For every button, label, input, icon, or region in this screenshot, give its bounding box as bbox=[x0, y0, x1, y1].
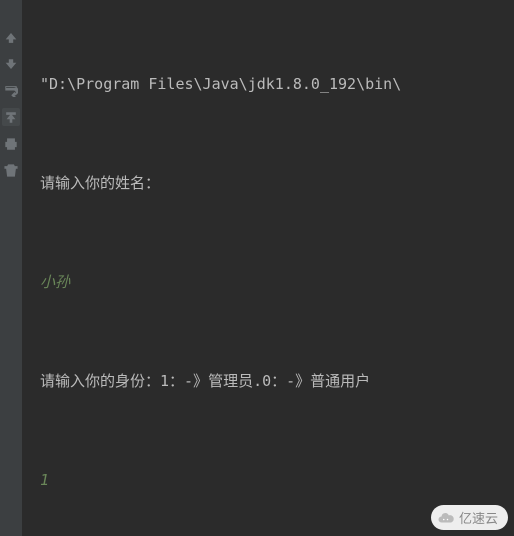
prompt-identity: 请输入你的身份：1：-》管理员.0：-》普通用户 bbox=[40, 365, 514, 398]
watermark-text: 亿速云 bbox=[459, 508, 498, 527]
wrap-icon[interactable] bbox=[3, 82, 19, 98]
export-icon[interactable] bbox=[2, 108, 20, 126]
console-output[interactable]: "D:\Program Files\Java\jdk1.8.0_192\bin\… bbox=[22, 0, 514, 536]
path-line: "D:\Program Files\Java\jdk1.8.0_192\bin\ bbox=[40, 68, 514, 101]
user-input-name: 小孙 bbox=[40, 266, 514, 299]
print-icon[interactable] bbox=[3, 136, 19, 152]
trash-icon[interactable] bbox=[3, 162, 19, 178]
console-gutter bbox=[0, 0, 22, 536]
arrow-up-icon[interactable] bbox=[3, 30, 19, 46]
watermark: 亿速云 bbox=[431, 505, 508, 530]
cloud-icon bbox=[437, 509, 455, 527]
prompt-name: 请输入你的姓名： bbox=[40, 167, 514, 200]
arrow-down-icon[interactable] bbox=[3, 56, 19, 72]
user-input-identity: 1 bbox=[40, 464, 514, 497]
